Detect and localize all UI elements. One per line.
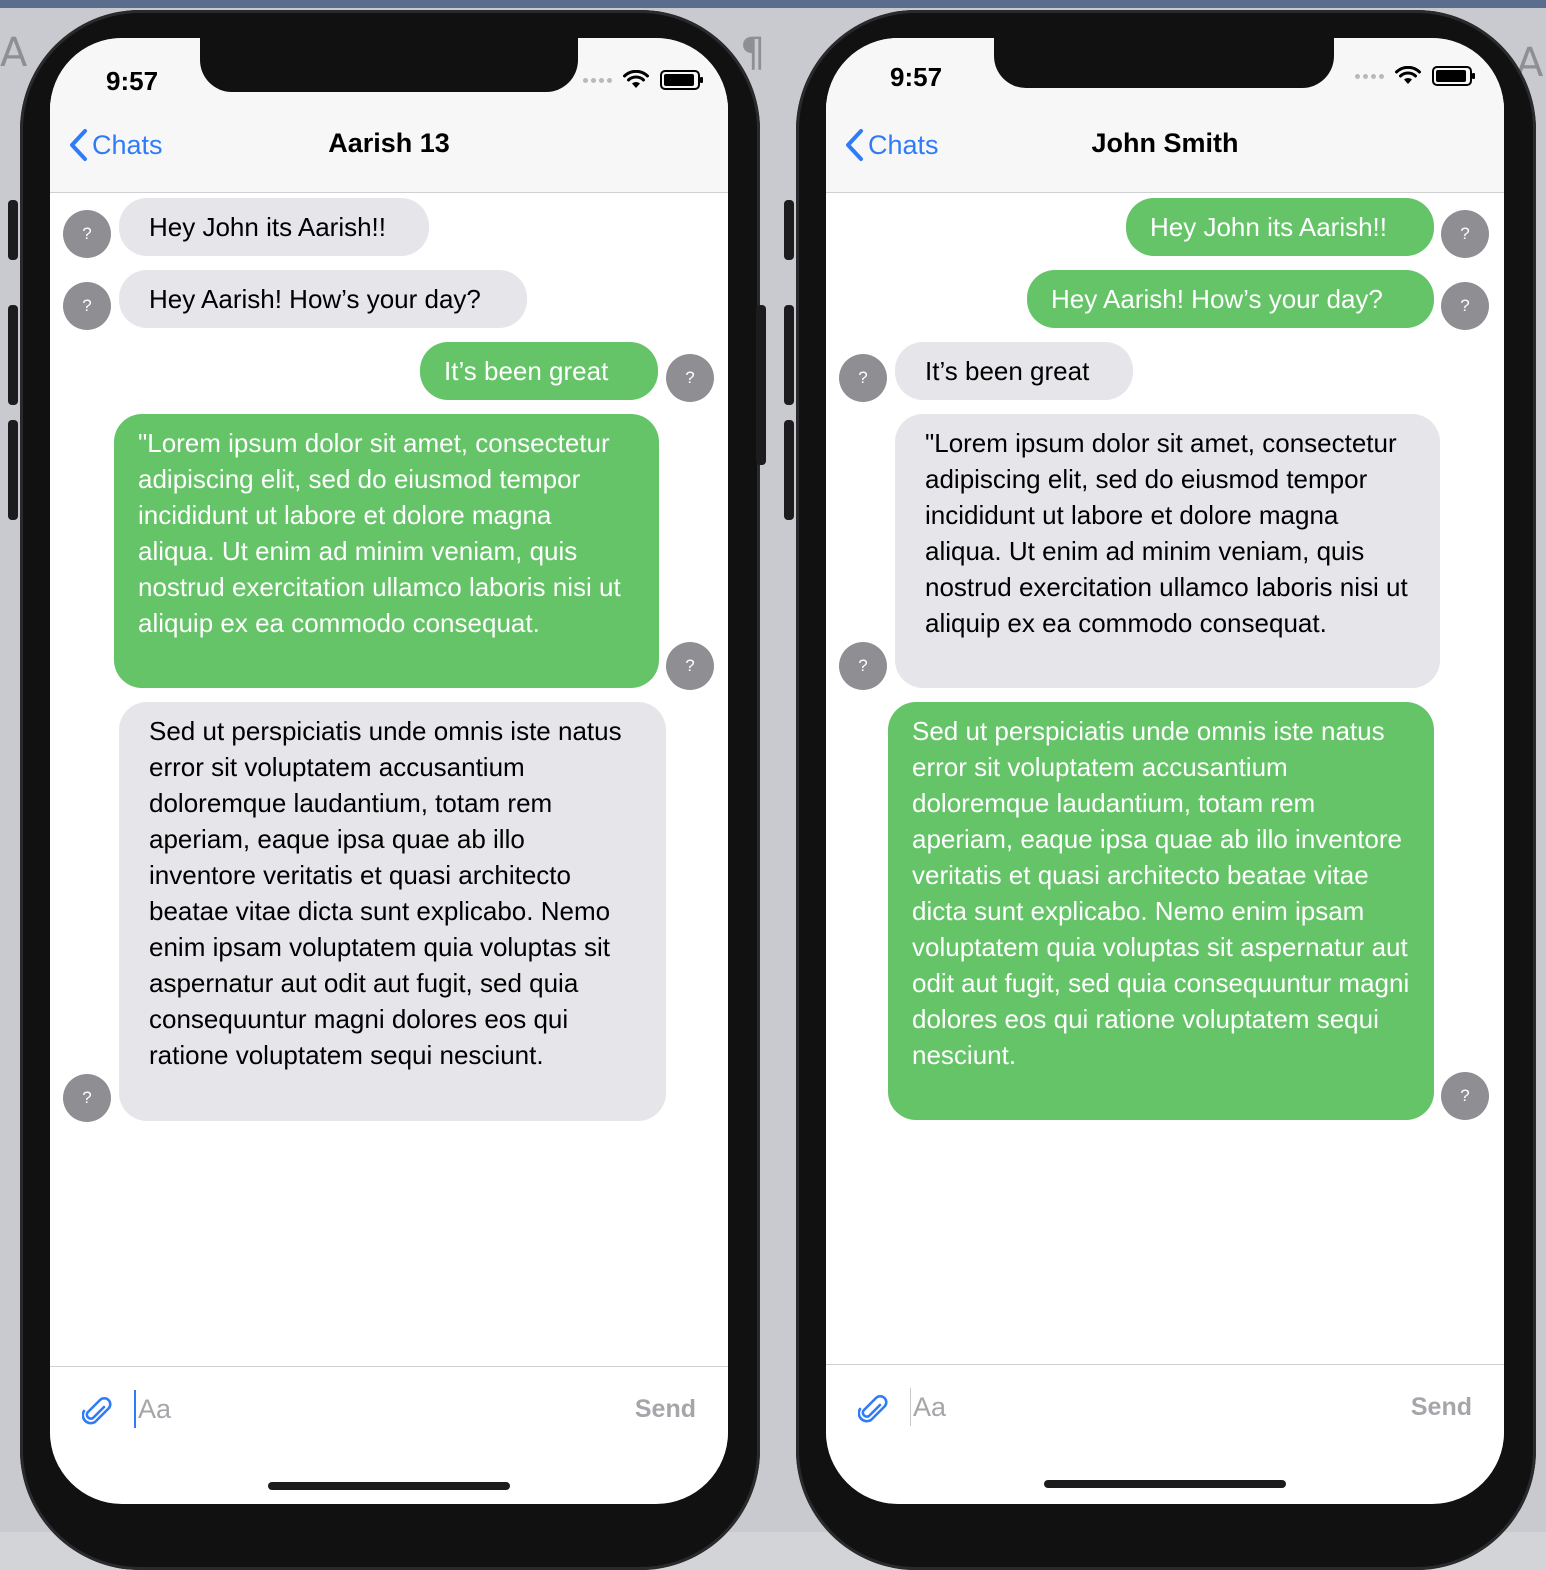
text-caret bbox=[134, 1390, 136, 1428]
message-bubble-outgoing[interactable]: Hey John its Aarish!! bbox=[1126, 198, 1434, 256]
text-caret bbox=[910, 1388, 911, 1426]
message-bubble-outgoing[interactable]: It’s been great bbox=[420, 342, 658, 400]
notch bbox=[994, 38, 1334, 88]
mute-switch bbox=[784, 200, 794, 260]
chat-title: John Smith bbox=[1091, 128, 1239, 158]
avatar[interactable]: ? bbox=[839, 642, 887, 690]
notch bbox=[200, 38, 578, 92]
avatar[interactable]: ? bbox=[1441, 210, 1489, 258]
paperclip-icon[interactable] bbox=[858, 1393, 888, 1427]
message-bubble-outgoing[interactable]: "Lorem ipsum dolor sit amet, consectetur… bbox=[114, 414, 659, 688]
volume-up-button bbox=[784, 305, 794, 405]
message-bubble-outgoing[interactable]: Hey Aarish! How’s your day? bbox=[1027, 270, 1434, 328]
status-time: 9:57 bbox=[890, 62, 943, 92]
navigation-bar: Chats John Smith bbox=[826, 102, 1504, 193]
navigation-bar: Chats Aarish 13 bbox=[50, 102, 728, 193]
cellular-signal-icon bbox=[583, 77, 612, 83]
message-input[interactable]: Aa bbox=[134, 1389, 594, 1429]
simulator-phone-aarish: 9:57 Chats Aarish 13 ? Hey John its Aari… bbox=[8, 10, 766, 1570]
message-bubble-incoming[interactable]: Sed ut perspiciatis unde omnis iste natu… bbox=[119, 702, 666, 1121]
home-indicator[interactable] bbox=[1044, 1480, 1286, 1488]
wifi-icon bbox=[623, 70, 649, 88]
chat-title: Aarish 13 bbox=[328, 128, 450, 158]
avatar[interactable]: ? bbox=[666, 354, 714, 402]
message-bubble-incoming[interactable]: "Lorem ipsum dolor sit amet, consectetur… bbox=[895, 414, 1440, 688]
paperclip-icon[interactable] bbox=[82, 1395, 112, 1429]
phone-screen: 9:57 Chats John Smith Hey John its Aaris… bbox=[826, 38, 1504, 1504]
message-input-placeholder: Aa bbox=[138, 1393, 172, 1424]
message-input-placeholder: Aa bbox=[913, 1391, 947, 1422]
status-icons bbox=[1355, 66, 1475, 86]
cellular-signal-icon bbox=[1355, 73, 1384, 79]
message-bubble-incoming[interactable]: Hey Aarish! How’s your day? bbox=[119, 270, 527, 328]
message-input[interactable]: Aa bbox=[910, 1387, 1370, 1427]
phone-screen: 9:57 Chats Aarish 13 ? Hey John its Aari… bbox=[50, 38, 728, 1504]
status-time: 9:57 bbox=[106, 66, 159, 96]
home-indicator[interactable] bbox=[268, 1482, 510, 1490]
message-composer: Aa Send bbox=[826, 1364, 1504, 1465]
mute-switch bbox=[8, 200, 18, 260]
avatar[interactable]: ? bbox=[666, 642, 714, 690]
wifi-icon bbox=[1395, 66, 1421, 84]
background-glyph: A bbox=[0, 30, 28, 76]
send-button[interactable]: Send bbox=[1411, 1393, 1472, 1422]
message-bubble-incoming[interactable]: It’s been great bbox=[895, 342, 1133, 400]
avatar[interactable]: ? bbox=[1441, 1072, 1489, 1120]
message-bubble-outgoing[interactable]: Sed ut perspiciatis unde omnis iste natu… bbox=[888, 702, 1434, 1120]
volume-up-button bbox=[8, 305, 18, 405]
power-button bbox=[756, 305, 766, 465]
battery-icon bbox=[1432, 66, 1475, 86]
volume-down-button bbox=[8, 420, 18, 520]
avatar[interactable]: ? bbox=[63, 1074, 111, 1122]
send-button[interactable]: Send bbox=[635, 1395, 696, 1424]
simulator-phone-john: 9:57 Chats John Smith Hey John its Aaris… bbox=[784, 10, 1536, 1570]
avatar[interactable]: ? bbox=[63, 282, 111, 330]
avatar[interactable]: ? bbox=[1441, 282, 1489, 330]
status-icons bbox=[583, 70, 703, 90]
battery-icon bbox=[660, 70, 703, 90]
message-composer: Aa Send bbox=[50, 1366, 728, 1467]
avatar[interactable]: ? bbox=[63, 210, 111, 258]
avatar[interactable]: ? bbox=[839, 354, 887, 402]
message-bubble-incoming[interactable]: Hey John its Aarish!! bbox=[119, 198, 429, 256]
volume-down-button bbox=[784, 420, 794, 520]
